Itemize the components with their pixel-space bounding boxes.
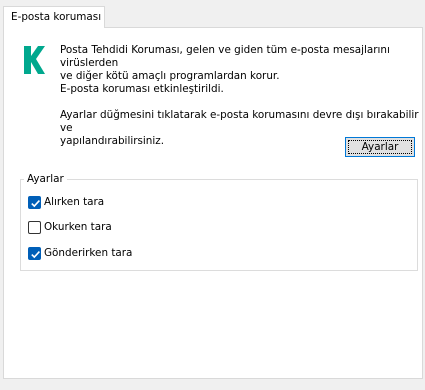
checkbox-checked-icon[interactable] <box>28 195 41 209</box>
settings-button-label: Ayarlar <box>361 140 399 153</box>
checkbox-label: Okurken tara <box>44 221 112 233</box>
tab-label: E-posta koruması <box>11 11 102 23</box>
kaspersky-k-logo-icon <box>22 44 46 76</box>
settings-groupbox-title: Ayarlar <box>24 173 67 185</box>
tab-email-protection[interactable]: E-posta koruması <box>3 6 105 28</box>
checkbox-scan-on-send[interactable]: Gönderirken tara <box>28 246 132 260</box>
description-line: ve diğer kötü amaçlı programlardan korur… <box>60 70 280 82</box>
checkbox-unchecked-icon[interactable] <box>28 220 41 234</box>
checkbox-label: Gönderirken tara <box>44 247 133 259</box>
description-line: Ayarlar düğmesini tıklatarak e-posta kor… <box>60 109 419 134</box>
description-paragraph-1: Posta Tehdidi Koruması, gelen ve giden t… <box>60 44 420 83</box>
settings-button[interactable]: Ayarlar <box>345 137 415 157</box>
status-text: E-posta koruması etkinleştirildi. <box>60 83 224 95</box>
email-protection-window: E-posta koruması Posta Tehdidi Koruması,… <box>0 0 425 390</box>
checkbox-checked-icon[interactable] <box>28 246 41 260</box>
checkbox-scan-on-receive[interactable]: Alırken tara <box>28 195 104 209</box>
checkbox-scan-on-read[interactable]: Okurken tara <box>28 220 112 234</box>
checkbox-label: Alırken tara <box>44 196 105 208</box>
description-line: Posta Tehdidi Koruması, gelen ve giden t… <box>60 44 390 69</box>
